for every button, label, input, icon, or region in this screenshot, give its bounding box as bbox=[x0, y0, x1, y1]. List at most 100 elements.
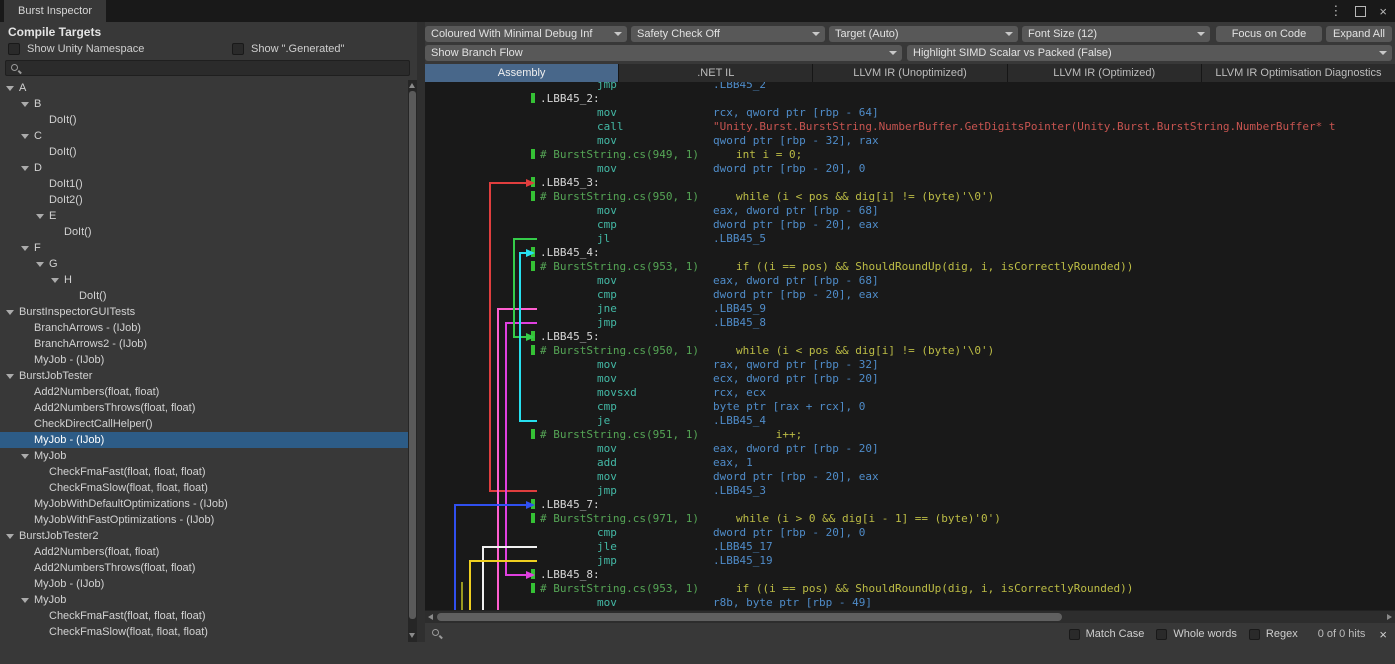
tree-item-myjob-ijob[interactable]: MyJob - (IJob) bbox=[0, 576, 408, 592]
target-dropdown[interactable]: Target (Auto) bbox=[829, 26, 1018, 42]
tree-search-field[interactable] bbox=[5, 60, 410, 76]
tree-item-myjob[interactable]: MyJob bbox=[0, 448, 408, 464]
tab-net-il[interactable]: .NET IL bbox=[619, 64, 812, 82]
tree-item-doit[interactable]: DoIt() bbox=[0, 144, 408, 160]
scroll-left-arrow-icon[interactable] bbox=[428, 614, 433, 620]
expander-triangle-icon[interactable] bbox=[36, 214, 44, 219]
asm-instruction-line: cmpdword ptr [rbp - 20], 0 bbox=[425, 526, 1395, 540]
tree-item-myjobwithfastoptimizations-ijob[interactable]: MyJobWithFastOptimizations - (IJob) bbox=[0, 512, 408, 528]
asm-instruction-line: movqword ptr [rbp - 32], rax bbox=[425, 134, 1395, 148]
tree-item-checkfmaslow-float-float-float[interactable]: CheckFmaSlow(float, float, float) bbox=[0, 480, 408, 496]
tree-item-c[interactable]: C bbox=[0, 128, 408, 144]
asm-operands: .LBB45_9 bbox=[713, 302, 766, 315]
tree-item-doit[interactable]: DoIt() bbox=[0, 224, 408, 240]
expander-triangle-icon[interactable] bbox=[6, 86, 14, 91]
source-code-snippet: int i = 0; bbox=[736, 148, 802, 161]
maximize-icon[interactable] bbox=[1355, 6, 1366, 17]
asm-mnemonic: mov bbox=[597, 274, 713, 287]
tab-assembly[interactable]: Assembly bbox=[425, 64, 618, 82]
tree-item-add2numbersthrows-float-float[interactable]: Add2NumbersThrows(float, float) bbox=[0, 400, 408, 416]
scroll-right-arrow-icon[interactable] bbox=[1387, 614, 1392, 620]
simd-highlight-dropdown[interactable]: Highlight SIMD Scalar vs Packed (False) bbox=[907, 45, 1392, 61]
tab-llvm-ir-optimisation-diagnostics[interactable]: LLVM IR Optimisation Diagnostics bbox=[1202, 64, 1395, 82]
expander-triangle-icon[interactable] bbox=[51, 278, 59, 283]
window-menu-icon[interactable]: ⋮ bbox=[1329, 3, 1342, 19]
tree-item-burstinspectorguitests[interactable]: BurstInspectorGUITests bbox=[0, 304, 408, 320]
tree-item-doit1[interactable]: DoIt1() bbox=[0, 176, 408, 192]
checkbox-box[interactable] bbox=[8, 43, 20, 55]
expander-triangle-icon[interactable] bbox=[21, 134, 29, 139]
tree-item-e[interactable]: E bbox=[0, 208, 408, 224]
tree-item-myjobwithdefaultoptimizations-ijob[interactable]: MyJobWithDefaultOptimizations - (IJob) bbox=[0, 496, 408, 512]
tree-item-add2numbers-float-float[interactable]: Add2Numbers(float, float) bbox=[0, 544, 408, 560]
tree-item-myjob[interactable]: MyJob bbox=[0, 592, 408, 608]
window-close-icon[interactable]: × bbox=[1379, 4, 1387, 19]
tree-item-doit2[interactable]: DoIt2() bbox=[0, 192, 408, 208]
checkbox-box[interactable] bbox=[1249, 629, 1260, 640]
tree-item-b[interactable]: B bbox=[0, 96, 408, 112]
tree-item-myjob-ijob[interactable]: MyJob - (IJob) bbox=[0, 352, 408, 368]
tree-item-add2numbersthrows-float-float[interactable]: Add2NumbersThrows(float, float) bbox=[0, 560, 408, 576]
panel-divider[interactable] bbox=[417, 22, 425, 642]
show-unity-namespace-checkbox[interactable]: Show Unity Namespace bbox=[8, 42, 144, 56]
expander-triangle-icon[interactable] bbox=[6, 374, 14, 379]
expander-triangle-icon[interactable] bbox=[6, 534, 14, 539]
debug-info-dropdown[interactable]: Coloured With Minimal Debug Inf bbox=[425, 26, 627, 42]
tree-item-burstjobtester[interactable]: BurstJobTester bbox=[0, 368, 408, 384]
tree-item-burstjobtester2[interactable]: BurstJobTester2 bbox=[0, 528, 408, 544]
expander-triangle-icon[interactable] bbox=[21, 598, 29, 603]
tree-item-checkfmafast-float-float-float[interactable]: CheckFmaFast(float, float, float) bbox=[0, 464, 408, 480]
tree-search-input[interactable] bbox=[26, 62, 405, 75]
tree-item-label: CheckFmaFast(float, float, float) bbox=[49, 610, 206, 622]
tree-item-brancharrows2-ijob[interactable]: BranchArrows2 - (IJob) bbox=[0, 336, 408, 352]
focus-on-code-button[interactable]: Focus on Code bbox=[1216, 26, 1322, 42]
expander-triangle-icon[interactable] bbox=[21, 166, 29, 171]
tree-item-checkfmaslow-float-float-float[interactable]: CheckFmaSlow(float, float, float) bbox=[0, 624, 408, 640]
checkbox-box[interactable] bbox=[1069, 629, 1080, 640]
expander-triangle-icon[interactable] bbox=[6, 310, 14, 315]
branch-flow-dropdown[interactable]: Show Branch Flow bbox=[425, 45, 902, 61]
tree-item-checkfmafast-float-float-float[interactable]: CheckFmaFast(float, float, float) bbox=[0, 608, 408, 624]
asm-operands: dword ptr [rbp - 20], eax bbox=[713, 470, 879, 483]
tree-item-label: CheckFmaSlow(float, float, float) bbox=[49, 482, 208, 494]
tree-item-d[interactable]: D bbox=[0, 160, 408, 176]
assembly-code-pane[interactable]: jmp.LBB45_2.LBB45_2:movrcx, qword ptr [r… bbox=[425, 82, 1395, 610]
code-horizontal-scrollbar[interactable] bbox=[425, 610, 1395, 623]
tree-item-f[interactable]: F bbox=[0, 240, 408, 256]
tree-item-doit[interactable]: DoIt() bbox=[0, 112, 408, 128]
tree-scrollbar[interactable] bbox=[408, 80, 417, 642]
burst-inspector-window-tab[interactable]: Burst Inspector bbox=[4, 0, 106, 22]
tree-item-brancharrows-ijob[interactable]: BranchArrows - (IJob) bbox=[0, 320, 408, 336]
tab-llvm-ir-optimized[interactable]: LLVM IR (Optimized) bbox=[1008, 64, 1201, 82]
tree-scrollbar-thumb[interactable] bbox=[409, 91, 416, 619]
regex-checkbox[interactable]: Regex bbox=[1249, 628, 1298, 640]
tree-item-doit[interactable]: DoIt() bbox=[0, 288, 408, 304]
match-case-checkbox[interactable]: Match Case bbox=[1069, 628, 1145, 640]
show-generated-checkbox[interactable]: Show ".Generated" bbox=[232, 42, 344, 56]
expander-triangle-icon[interactable] bbox=[21, 454, 29, 459]
tree-item-a[interactable]: A bbox=[0, 80, 408, 96]
safety-check-dropdown[interactable]: Safety Check Off bbox=[631, 26, 825, 42]
tree-item-g[interactable]: G bbox=[0, 256, 408, 272]
checkbox-box[interactable] bbox=[1156, 629, 1167, 640]
code-scrollbar-thumb[interactable] bbox=[437, 613, 1062, 621]
expander-triangle-icon[interactable] bbox=[21, 102, 29, 107]
search-close-icon[interactable]: × bbox=[1379, 628, 1387, 641]
tree-item-myjob-ijob[interactable]: MyJob - (IJob) bbox=[0, 432, 408, 448]
font-size-dropdown[interactable]: Font Size (12) bbox=[1022, 26, 1210, 42]
code-search-input[interactable] bbox=[448, 628, 1051, 643]
source-comment-line: # BurstString.cs(951, 1) i++; bbox=[425, 428, 1395, 442]
compile-targets-panel: Compile Targets Show Unity Namespace Sho… bbox=[0, 22, 417, 642]
asm-operands: eax, 1 bbox=[713, 456, 753, 469]
expand-all-button[interactable]: Expand All bbox=[1326, 26, 1392, 42]
tab-llvm-ir-unoptimized[interactable]: LLVM IR (Unoptimized) bbox=[813, 64, 1006, 82]
scroll-down-arrow-icon[interactable] bbox=[409, 633, 415, 638]
tree-item-h[interactable]: H bbox=[0, 272, 408, 288]
scroll-up-arrow-icon[interactable] bbox=[409, 83, 415, 88]
checkbox-box[interactable] bbox=[232, 43, 244, 55]
whole-words-checkbox[interactable]: Whole words bbox=[1156, 628, 1237, 640]
tree-item-add2numbers-float-float[interactable]: Add2Numbers(float, float) bbox=[0, 384, 408, 400]
expander-triangle-icon[interactable] bbox=[21, 246, 29, 251]
expander-triangle-icon[interactable] bbox=[36, 262, 44, 267]
tree-item-checkdirectcallhelper[interactable]: CheckDirectCallHelper() bbox=[0, 416, 408, 432]
